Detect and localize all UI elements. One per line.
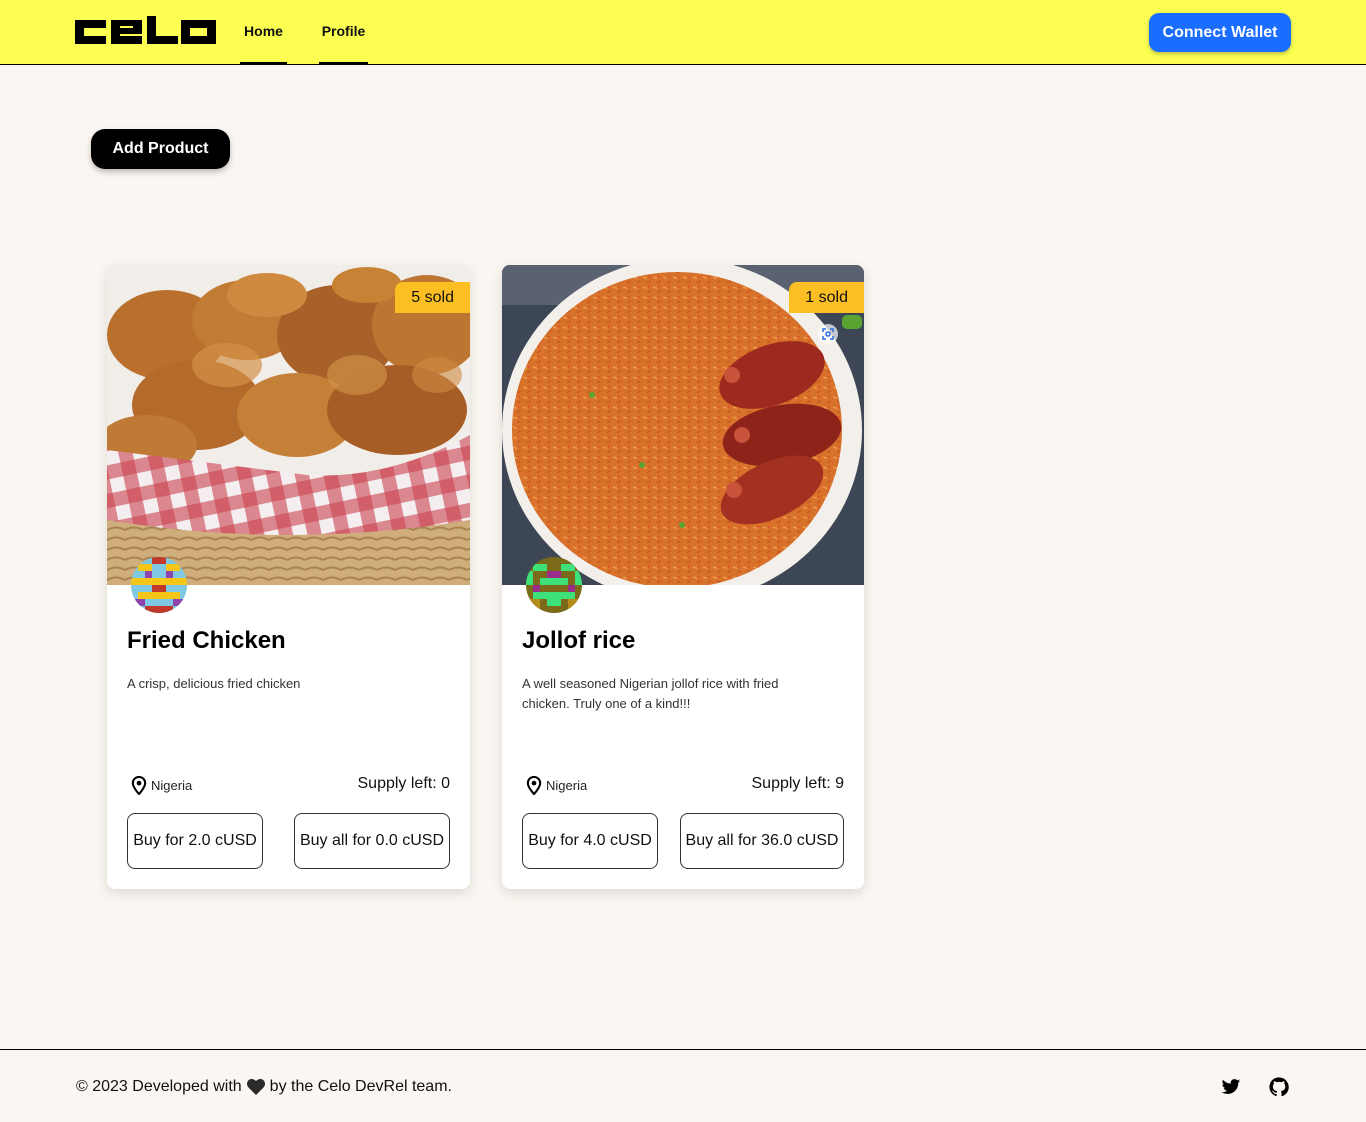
- product-name: Jollof rice: [522, 627, 636, 654]
- buy-all-button[interactable]: Buy all for 36.0 cUSD: [680, 813, 844, 869]
- sold-badge: 5 sold: [395, 282, 470, 313]
- supply-left: Supply left: 0: [357, 775, 451, 792]
- heart-icon: [246, 1079, 265, 1095]
- top-navbar: Home Profile Connect Wallet: [0, 0, 1366, 65]
- location-label: Nigeria: [151, 778, 193, 793]
- nav-tab-profile[interactable]: Profile: [319, 0, 368, 64]
- supply-left: Supply left: 9: [751, 775, 845, 792]
- footer-text-before: © 2023 Developed with: [76, 1078, 242, 1095]
- product-name: Fried Chicken: [127, 627, 286, 654]
- footer: © 2023 Developed with by the Celo DevRel…: [0, 1049, 1366, 1122]
- product-image: [502, 265, 864, 585]
- visual-search-icon[interactable]: [818, 324, 838, 344]
- buy-button[interactable]: Buy for 4.0 cUSD: [522, 813, 658, 869]
- buy-button[interactable]: Buy for 2.0 cUSD: [127, 813, 263, 869]
- product-image: [107, 265, 470, 585]
- owner-avatar: [131, 557, 187, 613]
- map-pin-icon: [526, 776, 542, 795]
- nav-tab-home[interactable]: Home: [240, 0, 287, 64]
- twitter-icon[interactable]: [1221, 1077, 1241, 1097]
- footer-credits: © 2023 Developed with by the Celo DevRel…: [76, 1078, 452, 1096]
- fried-chicken-photo: [107, 265, 470, 585]
- footer-text-after: by the Celo DevRel team.: [269, 1078, 452, 1095]
- owner-avatar: [526, 557, 582, 613]
- sold-badge: 1 sold: [789, 282, 864, 313]
- add-product-button[interactable]: Add Product: [91, 129, 230, 169]
- product-location: Nigeria: [131, 776, 192, 795]
- product-card: 5 sold Fried Chicken A crisp, delicious …: [107, 265, 470, 889]
- github-icon[interactable]: [1269, 1077, 1289, 1097]
- celo-logo[interactable]: [75, 16, 216, 48]
- jollof-rice-photo: [502, 265, 864, 585]
- buy-all-button[interactable]: Buy all for 0.0 cUSD: [294, 813, 450, 869]
- product-description: A crisp, delicious fried chicken: [127, 676, 301, 691]
- map-pin-icon: [131, 776, 147, 795]
- product-location: Nigeria: [526, 776, 587, 795]
- product-description: A well seasoned Nigerian jollof rice wit…: [522, 676, 779, 711]
- location-label: Nigeria: [546, 778, 588, 793]
- connect-wallet-button[interactable]: Connect Wallet: [1149, 13, 1291, 52]
- product-card: 1 sold Jollof rice A well seasoned Niger…: [502, 265, 864, 889]
